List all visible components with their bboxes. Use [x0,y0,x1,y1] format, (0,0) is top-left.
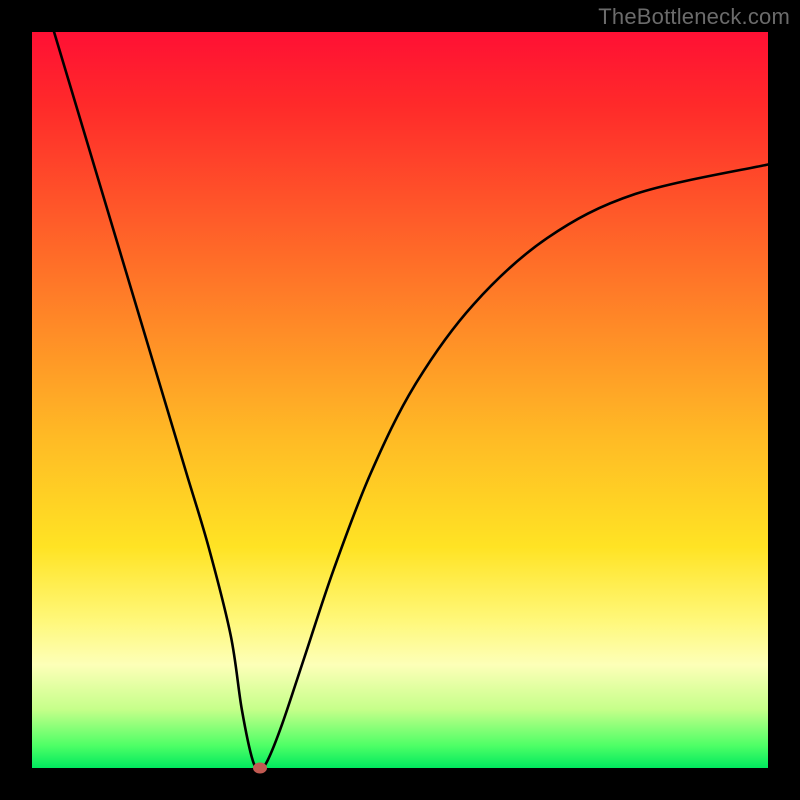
curve-svg [32,32,768,768]
minimum-marker [253,763,267,774]
watermark-text: TheBottleneck.com [598,4,790,30]
plot-area [32,32,768,768]
bottleneck-curve-path [54,32,768,768]
chart-frame: TheBottleneck.com [0,0,800,800]
